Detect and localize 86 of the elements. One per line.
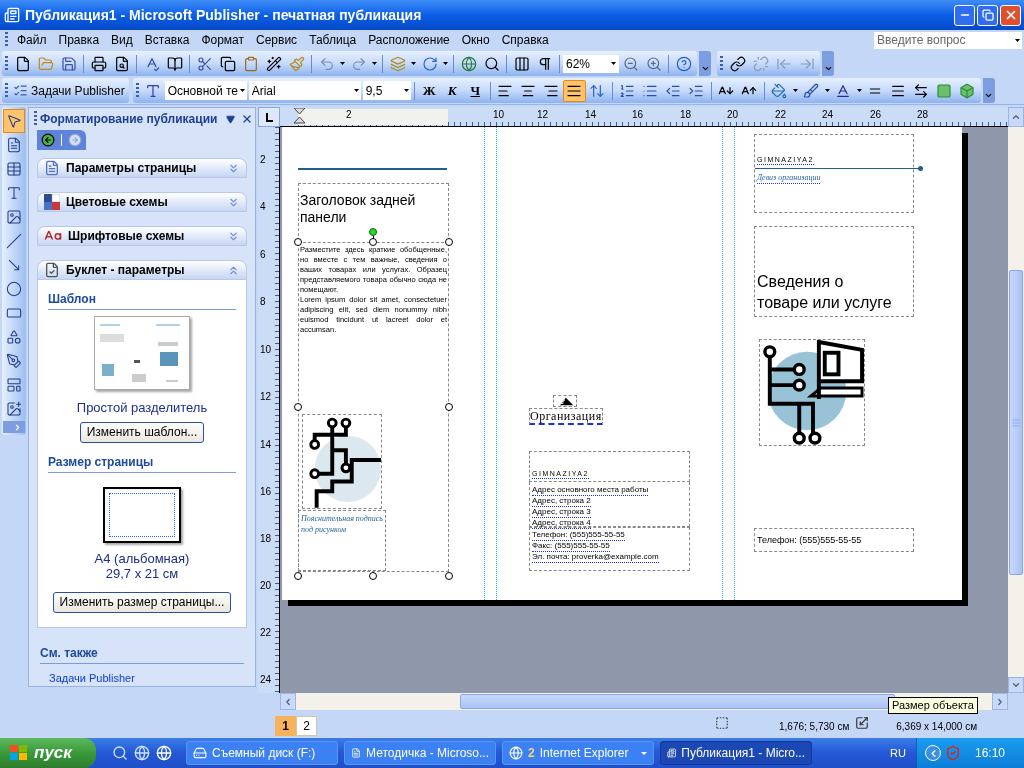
ruler-label: 10 bbox=[260, 344, 272, 356]
taskbar-button[interactable]: 2 Internet Explorer bbox=[502, 741, 654, 765]
ruler-label: 14 bbox=[260, 439, 272, 451]
menu-item[interactable]: Сервис bbox=[250, 31, 304, 49]
position-text: 1,676; 5,730 см bbox=[779, 720, 850, 734]
contact-line: Факс: (555)555-55-55 bbox=[532, 541, 610, 552]
contact-line: Эл. почта: proverka@example.com bbox=[532, 552, 659, 563]
ruler-label: 10 bbox=[493, 109, 505, 121]
language-indicator[interactable]: RU bbox=[890, 744, 906, 762]
help-search-field[interactable]: Введите вопрос bbox=[874, 31, 1022, 49]
address-line: Адрес основного места работы bbox=[532, 485, 649, 496]
window-count: 2 bbox=[528, 745, 535, 762]
menu-item[interactable]: Справка bbox=[495, 31, 555, 49]
ruler-label: 2 bbox=[346, 109, 352, 121]
ruler-label: 6 bbox=[260, 249, 266, 261]
section-heading: Шаблон bbox=[48, 290, 236, 310]
ruler-label: 12 bbox=[260, 391, 272, 403]
link[interactable]: Задачи Publisher bbox=[49, 669, 247, 686]
taskbar-button[interactable]: Методичка - Microso... bbox=[344, 741, 496, 765]
menu-item[interactable]: Таблица bbox=[303, 31, 363, 49]
ruler-label: 16 bbox=[632, 109, 644, 121]
font-size-field[interactable]: 9,5 bbox=[362, 81, 411, 100]
menu-item[interactable]: Вставка bbox=[138, 31, 196, 49]
ruler-label: 22 bbox=[260, 627, 272, 639]
task-pane-title: Форматирование публикации bbox=[40, 111, 218, 128]
section-header[interactable]: Буклет - параметры bbox=[37, 260, 247, 280]
section-header[interactable]: Шрифтовые схемы bbox=[37, 226, 247, 246]
change-page-size-button[interactable]: Изменить размер страницы... bbox=[52, 591, 232, 613]
taskbar-button[interactable]: Публикация1 - Micro... bbox=[660, 741, 812, 765]
ruler-label: 28 bbox=[917, 109, 929, 121]
address-line: Адрес, строка 2 bbox=[532, 496, 591, 507]
ruler-label: 18 bbox=[260, 533, 272, 545]
product-heading: Сведения о товаре или услуге bbox=[757, 272, 893, 313]
organization-name: Организация bbox=[529, 408, 603, 425]
clock: 16:10 bbox=[975, 745, 1006, 762]
style-field[interactable]: Основной те bbox=[164, 81, 247, 100]
taskbar-label: Съемный диск (F:) bbox=[212, 745, 316, 762]
size-text: 6,369 x 14,000 см bbox=[896, 720, 978, 734]
menu-item[interactable]: Файл bbox=[11, 31, 53, 49]
menu-item[interactable]: Расположение bbox=[362, 31, 456, 49]
page-tab[interactable]: 1 bbox=[275, 716, 296, 736]
taskbar-button[interactable]: Съемный диск (F:) bbox=[186, 741, 338, 765]
taskbar-label: Методичка - Microso... bbox=[366, 745, 489, 762]
ruler-label: 24 bbox=[260, 674, 272, 686]
bold-button[interactable]: Ж bbox=[417, 79, 441, 102]
phone-text: Телефон: (555)555-55-55 bbox=[757, 535, 862, 545]
section-header[interactable]: Параметры страницы bbox=[37, 158, 247, 178]
menu-item[interactable]: Вид bbox=[105, 31, 139, 49]
taskbar-label: Internet Explorer bbox=[539, 745, 629, 762]
section-heading: См. также bbox=[40, 643, 244, 664]
menu-item[interactable]: Формат bbox=[195, 31, 251, 49]
ruler-label: 2 bbox=[260, 154, 266, 166]
tooltip: Размер объекта bbox=[888, 697, 978, 714]
contact-line: Телефон: (555)555-55-55 bbox=[532, 530, 625, 541]
menu-item[interactable]: Правка bbox=[52, 31, 106, 49]
address-line: Адрес, строка 3 bbox=[532, 507, 591, 518]
picture-caption: Пояснительная подпись под рисунком bbox=[301, 513, 383, 535]
ruler-label: 22 bbox=[775, 109, 787, 121]
change-template-button[interactable]: Изменить шаблон... bbox=[79, 421, 205, 443]
ruler-label: 14 bbox=[585, 109, 597, 121]
page-tab[interactable]: 2 bbox=[296, 716, 317, 736]
ruler-label: 4 bbox=[260, 201, 266, 213]
ruler-label: 18 bbox=[680, 109, 692, 121]
address-line: Адрес, строка 4 bbox=[532, 518, 591, 529]
start-button[interactable]: пуск bbox=[0, 738, 96, 768]
ruler-label: 20 bbox=[260, 580, 272, 592]
panel-heading: Заголовок задней панели bbox=[300, 192, 417, 226]
ruler-label: 26 bbox=[870, 109, 882, 121]
section-header[interactable]: Цветовые схемы bbox=[37, 192, 247, 212]
ruler-label: 8 bbox=[260, 296, 266, 308]
page-size-name: A4 (альбомная) bbox=[94, 550, 190, 566]
font-field[interactable]: Arial bbox=[248, 81, 361, 100]
ruler-label: 16 bbox=[260, 486, 272, 498]
template-name: Простой разделитель bbox=[76, 399, 208, 417]
underline-button[interactable]: Ч bbox=[463, 79, 487, 102]
organization-motto: Девиз организации bbox=[757, 173, 821, 184]
ruler-label: 20 bbox=[727, 109, 739, 121]
ruler-label: 24 bbox=[822, 109, 834, 121]
italic-button[interactable]: К bbox=[440, 79, 464, 102]
menu-item[interactable]: Окно bbox=[455, 31, 496, 49]
page-size-dimensions: 29,7 x 21 см bbox=[105, 565, 179, 581]
section-heading: Размер страницы bbox=[48, 452, 236, 473]
zoom-field[interactable]: 62% bbox=[563, 54, 619, 73]
taskbar-label: Публикация1 - Micro... bbox=[681, 745, 805, 762]
window-title: Публикация1 - Microsoft Publisher - печатная публикация bbox=[25, 5, 422, 25]
ruler-label: 12 bbox=[537, 109, 549, 121]
